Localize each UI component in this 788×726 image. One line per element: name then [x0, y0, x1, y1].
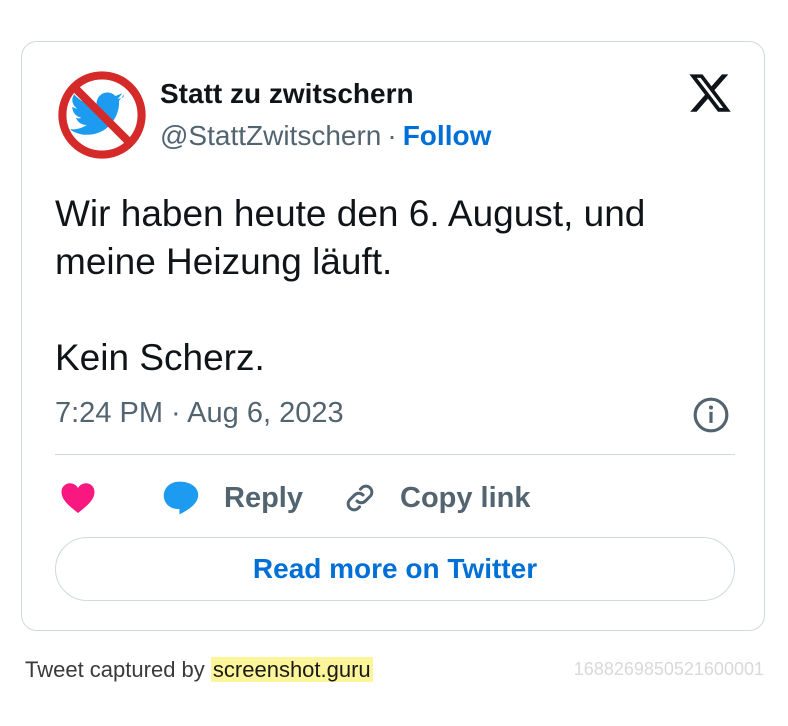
footer-credit-text: Tweet captured by — [25, 657, 205, 682]
author-handle-line: @StattZwitschern · Follow — [160, 120, 491, 152]
tweet-line-3: Kein Scherz. — [55, 337, 265, 378]
no-twitter-bird-icon[interactable] — [57, 70, 147, 160]
author-handle[interactable]: @StattZwitschern — [160, 120, 381, 151]
like-button[interactable] — [60, 476, 96, 520]
reply-button[interactable]: Reply — [162, 476, 303, 520]
divider — [55, 454, 735, 455]
x-logo-icon[interactable] — [687, 70, 733, 116]
tweet-line-2: meine Heizung läuft. — [55, 241, 393, 282]
footer-brand-link[interactable]: screenshot.guru — [210, 657, 373, 682]
reply-bubble-icon — [163, 481, 199, 515]
footer-credit: Tweet captured by screenshot.guru — [25, 657, 373, 683]
copy-link-button[interactable]: Copy link — [342, 476, 531, 520]
author-name[interactable]: Statt zu zwitschern — [160, 78, 414, 110]
tweet-line-1: Wir haben heute den 6. August, und — [55, 193, 646, 234]
tweet-text: Wir haben heute den 6. August, und meine… — [55, 190, 735, 382]
info-icon[interactable] — [692, 396, 730, 434]
copy-link-label: Copy link — [400, 481, 531, 514]
heart-icon — [61, 483, 95, 513]
tweet-card: Statt zu zwitschern @StattZwitschern · Fol… — [21, 41, 765, 631]
reply-label: Reply — [224, 481, 303, 514]
tweet-id: 1688269850521600001 — [573, 659, 764, 679]
follow-link[interactable]: Follow — [403, 120, 492, 151]
tweet-timestamp[interactable]: 7:24 PM · Aug 6, 2023 — [55, 397, 344, 430]
link-icon — [346, 484, 374, 512]
separator-dot: · — [387, 120, 397, 151]
read-more-button[interactable]: Read more on Twitter — [55, 537, 735, 601]
